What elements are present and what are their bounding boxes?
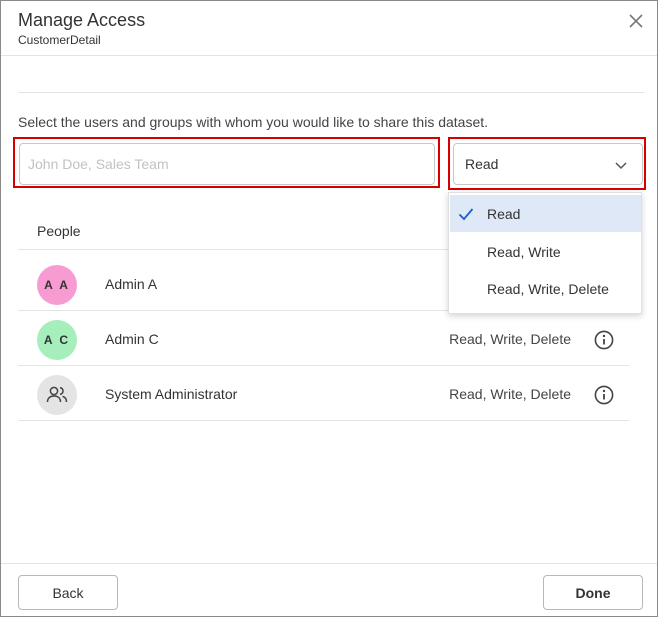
permission-option-read-write[interactable]: Read, Write: [450, 233, 641, 270]
permission-dropdown-menu: Read Read, Write Read, Write, Delete: [448, 192, 642, 314]
dialog-footer: Back Done: [1, 563, 657, 616]
person-permission[interactable]: Read, Write, Delete: [449, 331, 571, 347]
permission-select-value: Read: [465, 156, 499, 172]
person-name: Admin C: [105, 331, 159, 347]
option-label: Read: [487, 206, 521, 222]
permission-select[interactable]: Read: [453, 143, 643, 185]
row-divider: [18, 420, 629, 421]
dialog-title: Manage Access: [18, 10, 146, 30]
option-label: Read, Write: [487, 244, 561, 260]
avatar: A C: [37, 320, 77, 360]
info-icon[interactable]: [594, 330, 614, 350]
dialog-subtitle: CustomerDetail: [18, 33, 101, 47]
back-button[interactable]: Back: [18, 575, 118, 610]
chevron-down-icon: [615, 162, 627, 170]
people-column-header: People: [37, 223, 81, 239]
close-button[interactable]: [625, 10, 647, 32]
close-icon: [629, 14, 643, 28]
info-icon[interactable]: [594, 385, 614, 405]
avatar: A A: [37, 265, 77, 305]
people-row: System Administrator Read, Write, Delete: [18, 367, 629, 422]
group-icon: [46, 386, 68, 403]
dialog-header: Manage Access CustomerDetail: [1, 1, 657, 56]
row-divider: [18, 365, 629, 366]
divider: [18, 92, 644, 93]
instruction-text: Select the users and groups with whom yo…: [18, 114, 489, 130]
user-search-input[interactable]: [19, 143, 435, 185]
option-label: Read, Write, Delete: [487, 281, 609, 297]
avatar: [37, 375, 77, 415]
permission-option-read-write-delete[interactable]: Read, Write, Delete: [450, 270, 641, 307]
done-button[interactable]: Done: [543, 575, 643, 610]
manage-access-dialog: Manage Access CustomerDetail Select the …: [0, 0, 658, 617]
people-row: A C Admin C Read, Write, Delete: [18, 312, 629, 367]
person-permission[interactable]: Read, Write, Delete: [449, 386, 571, 402]
person-name: Admin A: [105, 276, 158, 292]
permission-option-read[interactable]: Read: [450, 195, 641, 232]
check-icon: [458, 208, 474, 221]
person-name: System Administrator: [105, 386, 238, 402]
